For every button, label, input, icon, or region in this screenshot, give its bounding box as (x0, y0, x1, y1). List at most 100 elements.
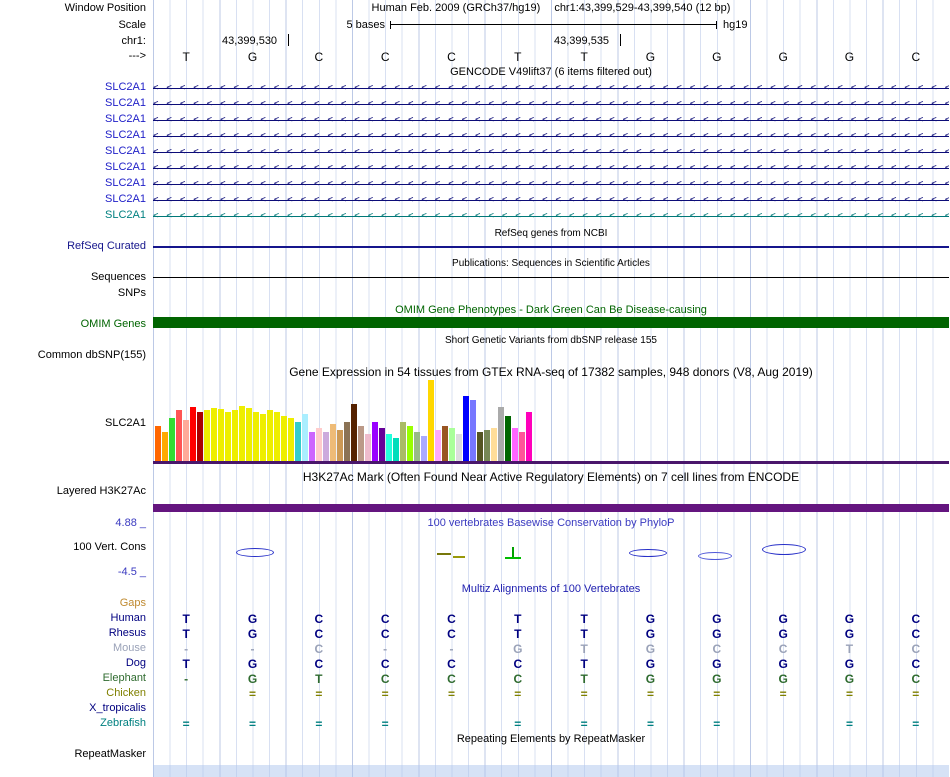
gtex-expression-bar[interactable] (512, 428, 518, 462)
gtex-expression-bar[interactable] (232, 410, 238, 462)
gtex-expression-bar[interactable] (526, 412, 532, 462)
track-label-100-vert-cons[interactable]: 100 Vert. Cons (0, 541, 150, 554)
gtex-track-title[interactable]: Gene Expression in 54 tissues from GTEx … (153, 366, 949, 379)
gtex-expression-bar[interactable] (372, 422, 378, 462)
gtex-expression-bar[interactable] (344, 422, 350, 462)
gtex-gene-model-line[interactable] (153, 461, 949, 464)
gtex-expression-bar[interactable] (435, 430, 441, 462)
multiz-alignment-row[interactable]: TGCCCTTGGGGC (153, 627, 949, 641)
gtex-expression-bar[interactable] (169, 418, 175, 462)
track-label-gtex-gene[interactable]: SLC2A1 (0, 417, 150, 430)
multiz-species-label[interactable]: Elephant (0, 672, 150, 685)
gencode-track-title[interactable]: GENCODE V49lift37 (6 items filtered out) (153, 66, 949, 79)
gtex-expression-bar[interactable] (519, 432, 525, 462)
multiz-alignment-row[interactable]: --C--GTGCCTC (153, 642, 949, 656)
gtex-expression-bar[interactable] (295, 422, 301, 462)
gtex-expression-bar[interactable] (365, 434, 371, 462)
track-label-refseq-curated[interactable]: RefSeq Curated (0, 240, 150, 253)
gtex-expression-bar[interactable] (484, 430, 490, 462)
gtex-expression-bar[interactable] (442, 426, 448, 462)
gtex-expression-bar[interactable] (316, 428, 322, 462)
gtex-expression-bar[interactable] (302, 414, 308, 462)
phylop-track-title[interactable]: 100 vertebrates Basewise Conservation by… (153, 517, 949, 530)
gtex-expression-bar[interactable] (190, 407, 196, 462)
gtex-expression-bar[interactable] (505, 416, 511, 462)
gtex-expression-bar[interactable] (274, 412, 280, 462)
gtex-expression-bar[interactable] (393, 438, 399, 462)
gencode-transcript-label[interactable]: SLC2A1 (0, 177, 150, 190)
track-label-sequences[interactable]: Sequences (0, 271, 150, 284)
track-label-layered-h3k27ac[interactable]: Layered H3K27Ac (0, 485, 150, 498)
multiz-alignment-row[interactable]: TGCCCCTGGGGC (153, 657, 949, 671)
multiz-alignment-row[interactable]: = = = = = = = = = = (153, 717, 949, 731)
track-label-repeatmasker[interactable]: RepeatMasker (0, 748, 150, 761)
gtex-expression-bar[interactable] (330, 424, 336, 462)
gtex-expression-bar[interactable] (281, 416, 287, 462)
gencode-transcript-label[interactable]: SLC2A1 (0, 81, 150, 94)
gtex-expression-bar[interactable] (491, 428, 497, 462)
gtex-expression-bar[interactable] (253, 412, 259, 462)
gencode-transcript-label[interactable]: SLC2A1 (0, 161, 150, 174)
gtex-expression-bar[interactable] (421, 436, 427, 462)
gtex-expression-bar[interactable] (197, 412, 203, 462)
multiz-alignment-row[interactable]: TGCCCTTGGGGC (153, 612, 949, 626)
publications-sequence-line[interactable] (153, 277, 949, 278)
gencode-transcript-label[interactable]: SLC2A1 (0, 209, 150, 222)
gtex-expression-bar[interactable] (456, 434, 462, 462)
gtex-expression-bar[interactable] (260, 414, 266, 462)
gtex-expression-bar[interactable] (288, 418, 294, 462)
gtex-expression-bar[interactable] (323, 432, 329, 462)
multiz-species-label[interactable]: Gaps (0, 597, 150, 610)
gtex-expression-bar[interactable] (407, 426, 413, 462)
gtex-expression-bar[interactable] (239, 406, 245, 462)
multiz-species-label[interactable]: Human (0, 612, 150, 625)
h3k27ac-track-title[interactable]: H3K27Ac Mark (Often Found Near Active Re… (153, 471, 949, 484)
gtex-expression-bar[interactable] (162, 432, 168, 462)
gtex-expression-bar[interactable] (463, 396, 469, 462)
multiz-species-label[interactable]: Rhesus (0, 627, 150, 640)
gtex-expression-bar[interactable] (470, 400, 476, 462)
multiz-species-label[interactable]: Zebrafish (0, 717, 150, 730)
gencode-transcript-label[interactable]: SLC2A1 (0, 193, 150, 206)
refseq-gene-line[interactable] (153, 246, 949, 248)
track-label-omim-genes[interactable]: OMIM Genes (0, 318, 150, 331)
gtex-expression-bar[interactable] (428, 380, 434, 462)
gtex-expression-bar[interactable] (400, 422, 406, 462)
gtex-expression-bar[interactable] (218, 409, 224, 462)
multiz-species-label[interactable]: Mouse (0, 642, 150, 655)
omim-gene-bar[interactable] (153, 317, 949, 328)
dbsnp-track-title[interactable]: Short Genetic Variants from dbSNP releas… (153, 334, 949, 347)
gencode-transcript-label[interactable]: SLC2A1 (0, 97, 150, 110)
gtex-expression-bar[interactable] (309, 432, 315, 462)
gtex-expression-bar[interactable] (358, 426, 364, 462)
multiz-alignment-row[interactable]: -GTCCCTGGGGC (153, 672, 949, 686)
gtex-expression-bar[interactable] (155, 426, 161, 462)
refseq-track-title[interactable]: RefSeq genes from NCBI (153, 227, 949, 240)
multiz-species-label[interactable]: Dog (0, 657, 150, 670)
multiz-species-label[interactable]: Chicken (0, 687, 150, 700)
gtex-expression-bar[interactable] (183, 420, 189, 462)
gtex-expression-bar[interactable] (498, 407, 504, 462)
gencode-transcript-label[interactable]: SLC2A1 (0, 113, 150, 126)
gtex-expression-bar[interactable] (267, 410, 273, 462)
gtex-expression-bar[interactable] (414, 432, 420, 462)
publications-track-title[interactable]: Publications: Sequences in Scientific Ar… (153, 257, 949, 270)
gtex-expression-bar[interactable] (211, 408, 217, 462)
track-label-common-dbsnp[interactable]: Common dbSNP(155) (0, 349, 150, 362)
gtex-expression-bar[interactable] (246, 408, 252, 462)
track-label-snps[interactable]: SNPs (0, 287, 150, 300)
gtex-expression-bar[interactable] (204, 410, 210, 462)
gtex-expression-bar[interactable] (386, 434, 392, 462)
gtex-expression-bar[interactable] (351, 404, 357, 462)
repeatmasker-track-title[interactable]: Repeating Elements by RepeatMasker (153, 733, 949, 746)
h3k27ac-signal-bar[interactable] (153, 504, 949, 512)
multiz-alignment-row[interactable]: = = = = = = = = = = = (153, 687, 949, 701)
gtex-expression-bar[interactable] (477, 432, 483, 462)
gtex-expression-bar[interactable] (337, 430, 343, 462)
multiz-track-title[interactable]: Multiz Alignments of 100 Vertebrates (153, 583, 949, 596)
gencode-transcript-label[interactable]: SLC2A1 (0, 145, 150, 158)
gtex-expression-bar[interactable] (449, 428, 455, 462)
gtex-expression-bar[interactable] (225, 412, 231, 462)
gencode-transcript-label[interactable]: SLC2A1 (0, 129, 150, 142)
multiz-species-label[interactable]: X_tropicalis (0, 702, 150, 715)
